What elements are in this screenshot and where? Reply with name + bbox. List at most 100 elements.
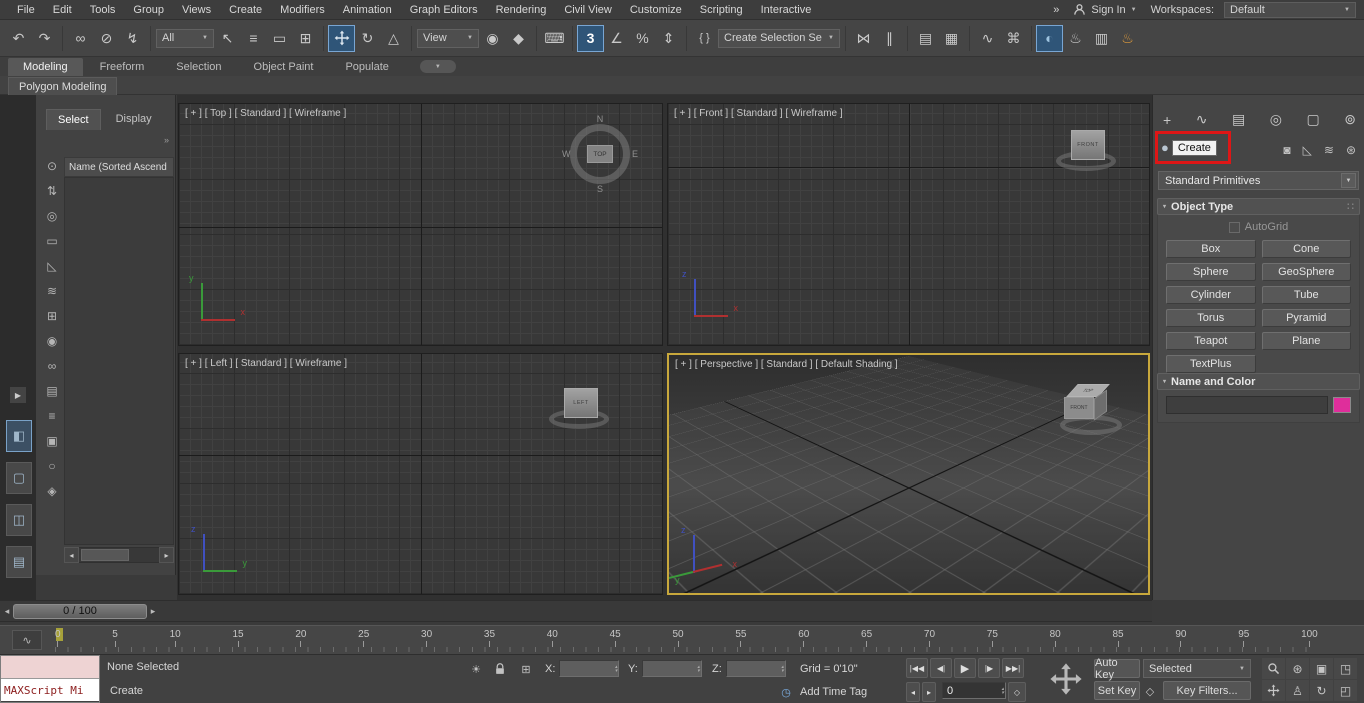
explorer-filter-icon[interactable]: ∞: [48, 359, 57, 373]
tab-modeling[interactable]: Modeling: [8, 58, 83, 76]
snaps-toggle-icon[interactable]: 3: [577, 24, 604, 52]
scroll-left-icon[interactable]: ◂: [64, 547, 79, 563]
percent-snap-icon[interactable]: %: [630, 26, 655, 51]
redo-icon[interactable]: ↷: [32, 26, 57, 51]
pyramid-button[interactable]: Pyramid: [1261, 309, 1351, 327]
textplus-button[interactable]: TextPlus: [1166, 355, 1256, 373]
sphere-button[interactable]: Sphere: [1166, 263, 1256, 281]
ribbon-overflow-button[interactable]: ▼: [419, 60, 456, 73]
viewcube[interactable]: FRONT: [1053, 124, 1123, 182]
viewport-label[interactable]: [ + ] [ Perspective ] [ Standard ] [ Def…: [675, 359, 898, 370]
viewport-perspective[interactable]: [ + ] [ Perspective ] [ Standard ] [ Def…: [667, 353, 1150, 595]
key-filters-button[interactable]: Key Filters...: [1163, 681, 1251, 700]
z-coordinate-input[interactable]: ▴ ▾: [725, 660, 786, 677]
torus-button[interactable]: Torus: [1166, 309, 1256, 327]
geometry-category-icon[interactable]: ●: [1161, 140, 1169, 155]
pan-icon[interactable]: [1262, 680, 1285, 701]
spinner-down-icon[interactable]: ▾: [781, 668, 784, 673]
spinner-down-icon[interactable]: ▾: [697, 668, 700, 673]
viewcube-face[interactable]: LEFT: [564, 388, 598, 418]
time-slider[interactable]: ◂ 0 / 100 ▸: [0, 600, 1152, 622]
time-slider-handle[interactable]: 0 / 100: [13, 603, 147, 619]
zoom-icon[interactable]: [1262, 658, 1285, 679]
autogrid-checkbox[interactable]: [1228, 221, 1240, 233]
align-icon[interactable]: ∥: [877, 26, 902, 51]
spinner-down-icon[interactable]: ▾: [615, 668, 618, 673]
menu-interactive[interactable]: Interactive: [752, 1, 821, 19]
selection-filter-dropdown[interactable]: All ▼: [156, 28, 214, 48]
viewport-layout-tab[interactable]: ◧: [6, 420, 32, 452]
key-step-back-icon[interactable]: ◂: [906, 682, 920, 702]
sort-icon[interactable]: ⊙: [47, 159, 57, 173]
material-editor-icon[interactable]: ◐: [1036, 24, 1063, 52]
cylinder-button[interactable]: Cylinder: [1166, 286, 1256, 304]
play-button[interactable]: ▶: [954, 658, 976, 678]
maximize-viewport-icon[interactable]: ◰: [1334, 680, 1357, 701]
select-link-icon[interactable]: ∞: [68, 26, 93, 51]
tab-polygon-modeling[interactable]: Polygon Modeling: [8, 77, 118, 95]
viewport-left[interactable]: [ + ] [ Left ] [ Standard ] [ Wireframe …: [178, 353, 663, 595]
viewport-top[interactable]: [ + ] [ Top ] [ Standard ] [ Wireframe ]…: [178, 103, 663, 346]
scrollbar-track[interactable]: [79, 547, 159, 563]
view-compass[interactable]: N W E S TOP: [562, 114, 638, 194]
render-setup-icon[interactable]: ♨: [1063, 26, 1088, 51]
tab-display[interactable]: ▢: [1307, 111, 1320, 128]
teapot-button[interactable]: Teapot: [1166, 332, 1256, 350]
scrollbar-thumb[interactable]: [81, 549, 129, 561]
tab-display[interactable]: Display: [105, 109, 163, 130]
select-object-icon[interactable]: ↖: [215, 26, 240, 51]
menu-rendering[interactable]: Rendering: [487, 1, 556, 19]
walk-through-icon[interactable]: ♙: [1286, 680, 1309, 701]
go-to-end-button[interactable]: ▶▶|: [1002, 658, 1024, 678]
viewcube-face[interactable]: FRONT: [1071, 130, 1105, 160]
box-button[interactable]: Box: [1166, 240, 1256, 258]
explorer-filter-icon[interactable]: ≋: [47, 284, 57, 298]
expand-icon[interactable]: ▶: [10, 387, 26, 403]
viewport-layout-tab[interactable]: ▤: [6, 546, 32, 578]
tube-button[interactable]: Tube: [1261, 286, 1351, 304]
key-mode-dropdown[interactable]: Selected ▼: [1143, 659, 1251, 678]
track-bar[interactable]: ∿ 0 5 10 15 20 25 30 35 40 45 50 55 60 6…: [0, 625, 1364, 655]
orbit-icon[interactable]: ↻: [1310, 680, 1333, 701]
viewcube[interactable]: LEFT: [546, 382, 616, 440]
key-step-forward-icon[interactable]: ▸: [922, 682, 936, 702]
layer-manager-icon[interactable]: ▤: [913, 26, 938, 51]
select-move-icon[interactable]: [328, 24, 355, 52]
helpers-category-icon[interactable]: ◺: [1303, 143, 1312, 157]
name-color-rollout-header[interactable]: ▾ Name and Color: [1157, 373, 1360, 390]
viewport-label[interactable]: [ + ] [ Top ] [ Standard ] [ Wireframe ]: [185, 108, 346, 119]
zoom-extents-icon[interactable]: ▣: [1310, 658, 1333, 679]
menu-edit[interactable]: Edit: [44, 1, 81, 19]
spinner-down-icon[interactable]: ▾: [1001, 690, 1004, 695]
go-to-start-button[interactable]: |◀◀: [906, 658, 928, 678]
menu-file[interactable]: File: [8, 1, 44, 19]
previous-frame-button[interactable]: ◀|: [930, 658, 952, 678]
selection-region-icon[interactable]: ▭: [267, 26, 292, 51]
object-color-swatch[interactable]: [1333, 397, 1351, 413]
zoom-all-icon[interactable]: ⊛: [1286, 658, 1309, 679]
tab-selection[interactable]: Selection: [161, 58, 236, 76]
named-selection-set-combo[interactable]: Create Selection Se ▼: [718, 28, 840, 48]
select-by-name-icon[interactable]: ≡: [241, 26, 266, 51]
render-icon[interactable]: ♨: [1115, 26, 1140, 51]
maxscript-mini-listener[interactable]: MAXScript Mi: [0, 655, 100, 703]
workspace-dropdown[interactable]: Default ▼: [1224, 1, 1356, 18]
object-type-rollout-header[interactable]: ▾ Object Type ∷: [1157, 198, 1360, 215]
viewport-label[interactable]: [ + ] [ Left ] [ Standard ] [ Wireframe …: [185, 358, 347, 369]
tab-create[interactable]: +: [1163, 112, 1171, 128]
menu-modifiers[interactable]: Modifiers: [271, 1, 334, 19]
undo-icon[interactable]: ↶: [6, 26, 31, 51]
frame-forward-icon[interactable]: ▸: [148, 606, 158, 617]
viewport-layout-tab[interactable]: ◫: [6, 504, 32, 536]
viewcube-front-face[interactable]: FRONT: [1064, 397, 1094, 419]
compass-center-face[interactable]: TOP: [587, 145, 613, 163]
viewport-label[interactable]: [ + ] [ Front ] [ Standard ] [ Wireframe…: [674, 108, 843, 119]
tab-select[interactable]: Select: [46, 109, 101, 130]
frame-back-icon[interactable]: ◂: [2, 606, 12, 617]
explorer-filter-icon[interactable]: ⊞: [47, 309, 57, 323]
viewport-front[interactable]: [ + ] [ Front ] [ Standard ] [ Wireframe…: [667, 103, 1150, 346]
select-scale-icon[interactable]: △: [381, 26, 406, 51]
tab-object-paint[interactable]: Object Paint: [239, 58, 329, 76]
menu-graph-editors[interactable]: Graph Editors: [401, 1, 487, 19]
menu-group[interactable]: Group: [124, 1, 173, 19]
